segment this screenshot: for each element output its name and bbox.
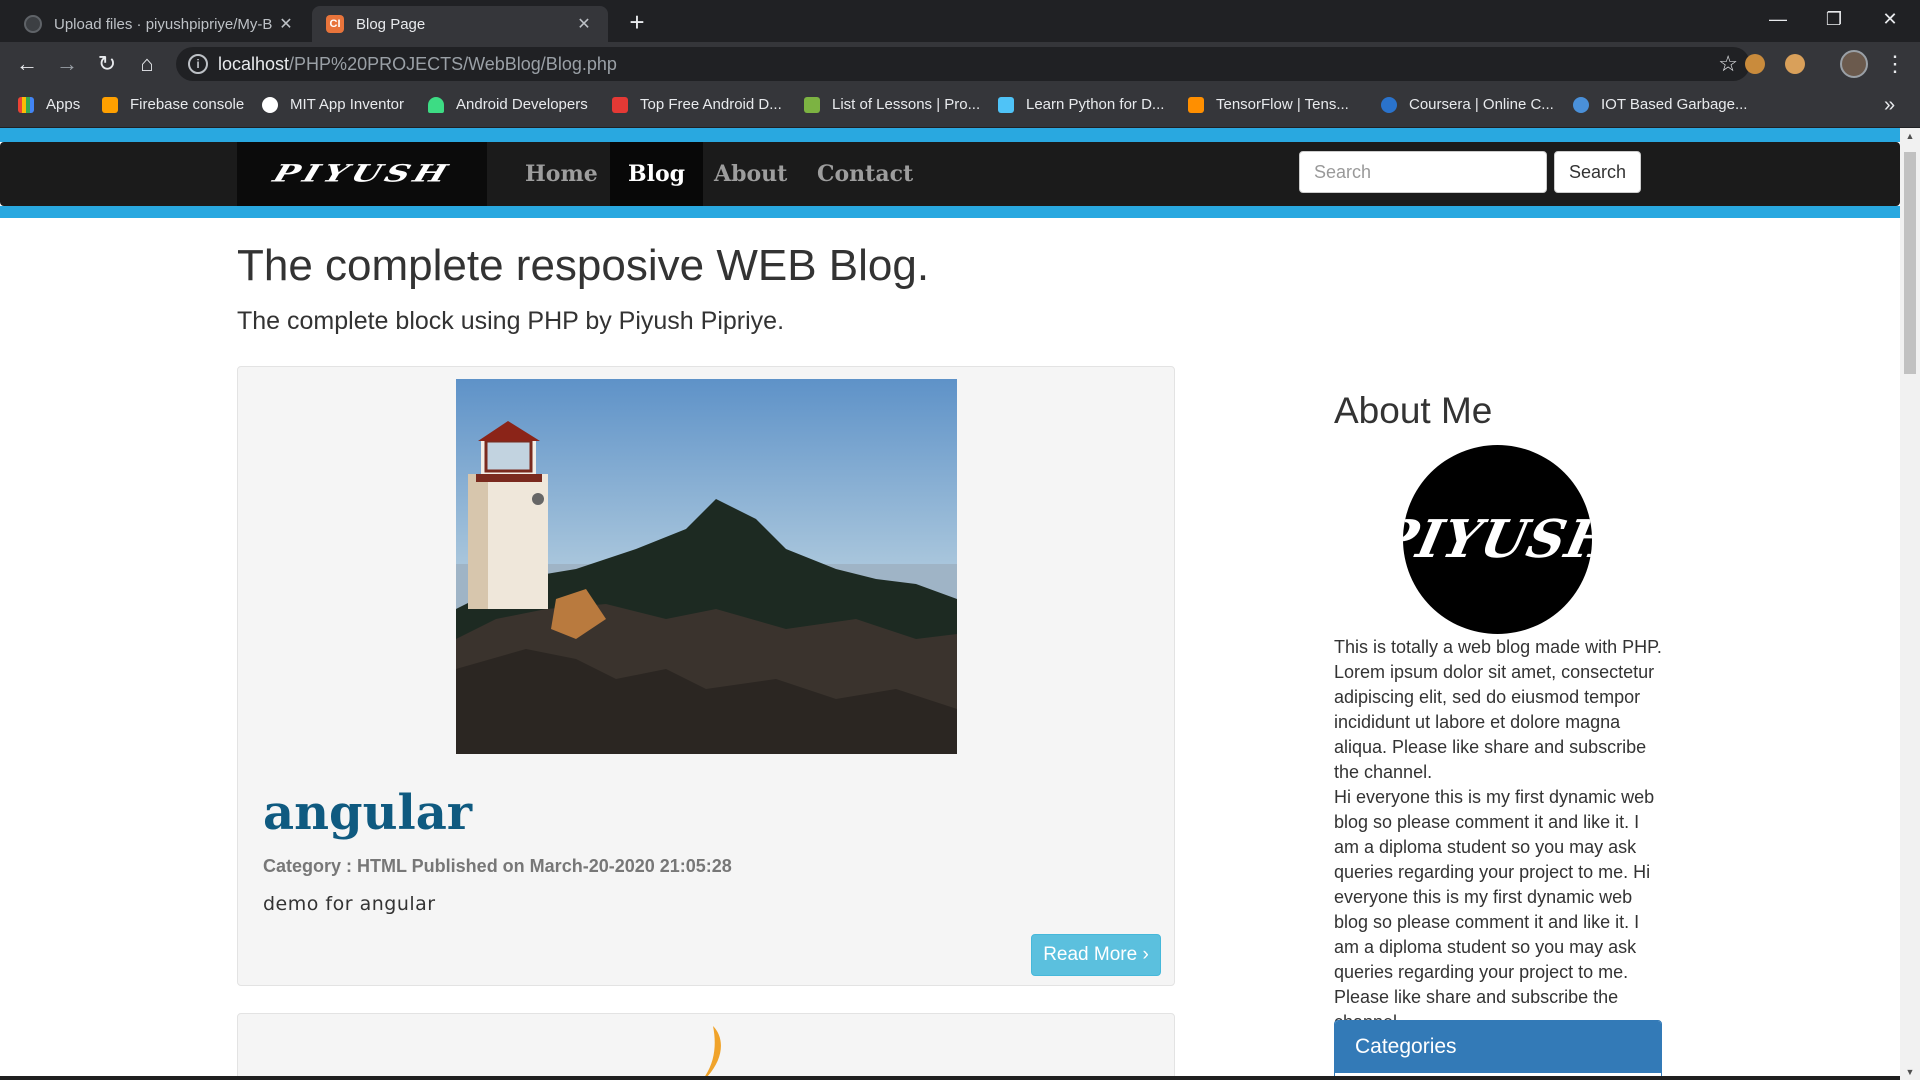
restore-window-button[interactable]: ❐ <box>1814 4 1854 34</box>
lighthouse-illustration <box>456 379 957 754</box>
browser-tab-blog-page[interactable]: CI Blog Page ✕ <box>312 6 608 42</box>
coursera-icon <box>1381 96 1397 113</box>
back-arrow-icon[interactable]: ← <box>14 51 40 77</box>
google-icon <box>262 96 278 113</box>
more-bookmarks-icon[interactable]: » <box>1884 94 1895 117</box>
browser-tab-github[interactable]: Upload files · piyushpipriye/My-B ✕ <box>10 6 310 42</box>
bookmarks-bar: Apps Firebase console MIT App Inventor A… <box>0 86 1920 128</box>
address-url[interactable]: localhost/PHP%20PROJECTS/WebBlog/Blog.ph… <box>218 54 617 75</box>
about-me-heading: About Me <box>1334 390 1493 431</box>
close-window-button[interactable]: ✕ <box>1870 4 1910 34</box>
nav-blog[interactable]: Blog <box>610 142 704 206</box>
post-title[interactable]: angular <box>263 785 472 841</box>
about-paragraph: This is totally a web blog made with PHP… <box>1334 637 1662 782</box>
home-icon[interactable]: ⌂ <box>134 51 160 77</box>
search-button[interactable]: Search <box>1554 151 1641 193</box>
minimize-window-button[interactable]: — <box>1758 4 1798 34</box>
browser-tab-bar: Upload files · piyushpipriye/My-B ✕ CI B… <box>0 0 1920 42</box>
lessons-site-icon <box>804 96 820 113</box>
blog-post-card <box>237 1013 1175 1076</box>
about-paragraph: Hi everyone this is my first dynamic web… <box>1334 787 1655 1032</box>
bookmark-firebase[interactable]: Firebase console <box>102 96 244 113</box>
new-tab-button[interactable]: + <box>624 8 650 36</box>
page-subtitle: The complete block using PHP by Piyush P… <box>237 307 785 335</box>
post-image-lighthouse[interactable] <box>456 379 957 754</box>
scroll-down-arrow-icon[interactable]: ▼ <box>1900 1064 1920 1080</box>
site-logo[interactable]: PIYUSH <box>237 142 487 206</box>
nav-contact[interactable]: Contact <box>799 142 931 206</box>
github-icon <box>24 15 42 33</box>
post-meta: Category : HTML Published on March-20-20… <box>263 856 732 876</box>
forward-arrow-icon[interactable]: → <box>54 51 80 77</box>
page-scrollbar[interactable]: ▲ ▼ <box>1900 128 1920 1080</box>
blog-post-card: angular Category : HTML Published on Mar… <box>237 366 1175 986</box>
close-tab-icon[interactable]: ✕ <box>276 14 296 34</box>
page-viewport: PIYUSH Home Blog About Contact Search Th… <box>0 128 1900 1076</box>
site-info-icon[interactable]: i <box>188 54 208 74</box>
browser-toolbar: ← → ↻ ⌂ i localhost/PHP%20PROJECTS/WebBl… <box>0 42 1920 86</box>
brand-logo-icon <box>612 96 628 113</box>
firebase-icon <box>102 96 118 113</box>
nav-home[interactable]: Home <box>507 142 616 206</box>
header-accent-bar-bottom <box>0 206 1900 218</box>
globe-icon <box>1573 96 1589 113</box>
about-me-text: This is totally a web blog made with PHP… <box>1334 635 1664 1035</box>
tensorflow-icon <box>1188 96 1204 113</box>
apps-grid-icon <box>18 96 34 113</box>
tab-title: Blog Page <box>356 15 426 33</box>
author-avatar: PIYUSH <box>1403 445 1592 634</box>
cookie-editor-extension-icon[interactable] <box>1785 54 1805 74</box>
android-icon <box>428 96 444 113</box>
post-image-partial <box>705 1026 721 1076</box>
window-bottom-edge <box>0 1076 1900 1080</box>
bookmark-top-free-android[interactable]: Top Free Android D... <box>612 96 782 113</box>
scroll-up-arrow-icon[interactable]: ▲ <box>1900 128 1920 144</box>
header-accent-bar <box>0 128 1900 142</box>
tab-title: Upload files · piyushpipriye/My-B <box>54 15 273 33</box>
bookmark-apps[interactable]: Apps <box>18 96 80 113</box>
profile-avatar[interactable] <box>1840 50 1868 78</box>
read-more-button[interactable]: Read More › <box>1031 934 1161 976</box>
bookmark-android-developers[interactable]: Android Developers <box>428 96 588 113</box>
bookmark-list-of-lessons[interactable]: List of Lessons | Pro... <box>804 96 980 113</box>
site-favicon-icon: CI <box>326 15 344 33</box>
categories-panel: Categories <box>1334 1020 1662 1076</box>
scrollbar-thumb[interactable] <box>1904 152 1916 374</box>
shield-icon <box>998 96 1014 113</box>
page-title: The complete resposive WEB Blog. <box>237 241 930 290</box>
cookie-extension-icon[interactable] <box>1745 54 1765 74</box>
close-tab-icon[interactable]: ✕ <box>574 14 594 34</box>
bookmark-coursera[interactable]: Coursera | Online C... <box>1381 96 1554 113</box>
reload-icon[interactable]: ↻ <box>94 51 120 77</box>
bookmark-tensorflow[interactable]: TensorFlow | Tens... <box>1188 96 1349 113</box>
search-input[interactable] <box>1299 151 1547 193</box>
bookmark-learn-python[interactable]: Learn Python for D... <box>998 96 1164 113</box>
site-navbar: PIYUSH Home Blog About Contact Search <box>0 142 1900 206</box>
bookmark-mit-app-inventor[interactable]: MIT App Inventor <box>262 96 404 113</box>
post-excerpt: demo for angular <box>263 893 436 915</box>
nav-about[interactable]: About <box>696 142 805 206</box>
address-bar[interactable]: i localhost/PHP%20PROJECTS/WebBlog/Blog.… <box>176 47 1750 81</box>
bookmark-star-icon[interactable]: ☆ <box>1718 51 1738 77</box>
bookmark-iot-garbage[interactable]: IOT Based Garbage... <box>1573 96 1747 113</box>
categories-heading: Categories <box>1335 1021 1661 1073</box>
browser-menu-icon[interactable]: ⋮ <box>1884 50 1906 78</box>
